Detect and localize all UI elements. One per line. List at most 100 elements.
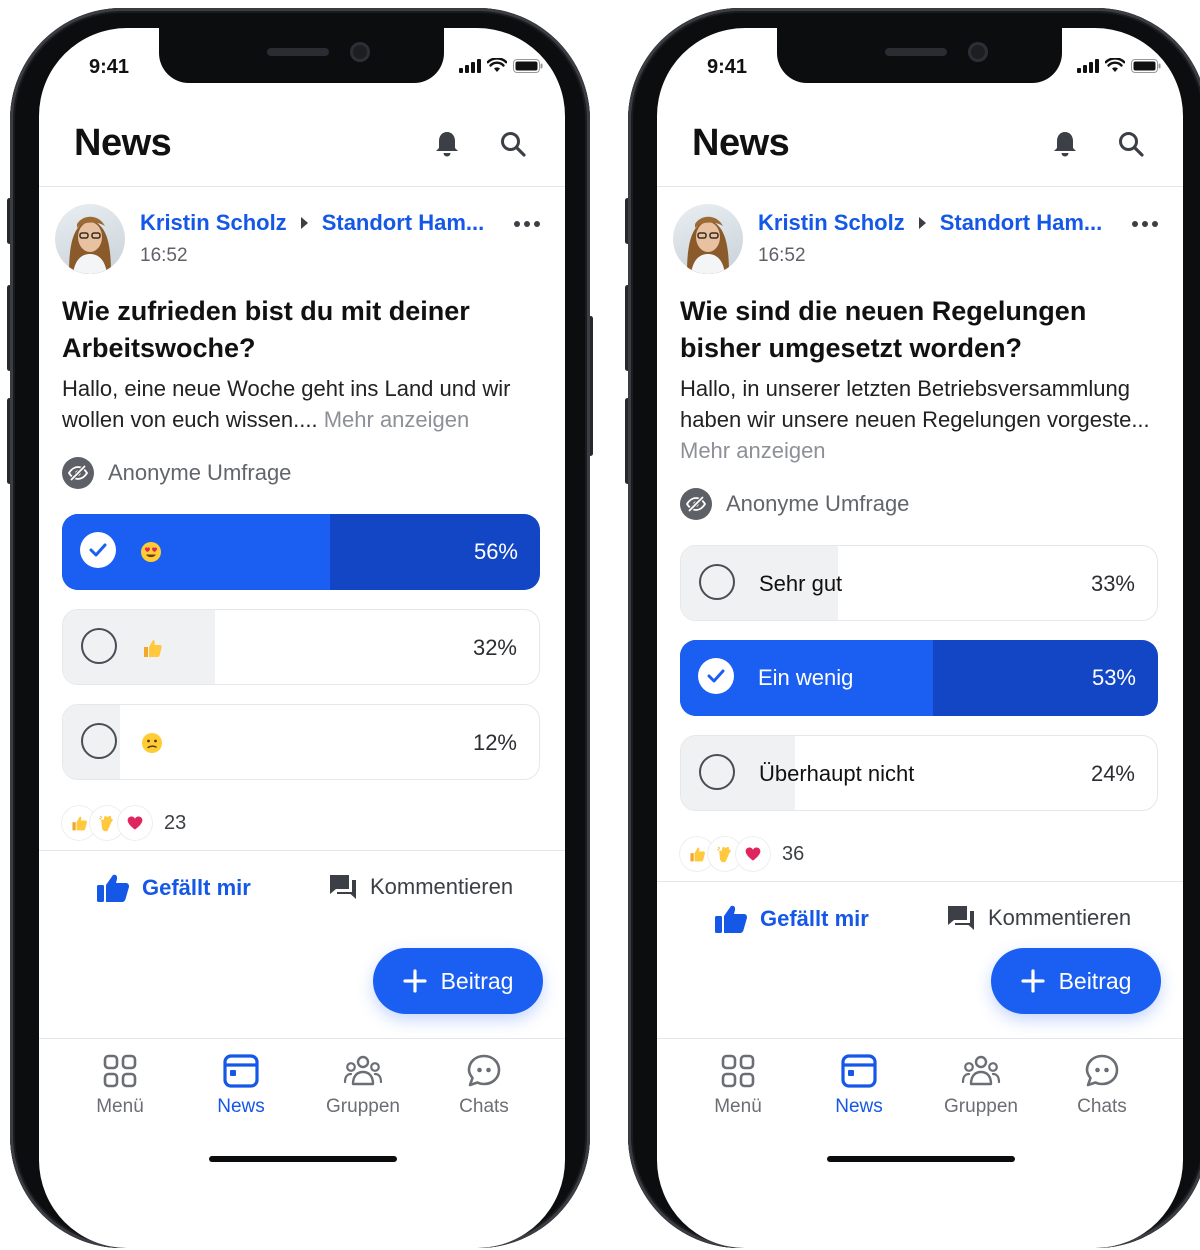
poll-option-label: Ein wenig <box>758 665 854 690</box>
checkmark-icon <box>698 658 734 694</box>
search-icon[interactable] <box>497 128 529 160</box>
tab-label: Chats <box>459 1096 509 1117</box>
author-name[interactable]: Kristin Scholz <box>758 210 905 236</box>
anonymous-poll-indicator: Anonyme Umfrage <box>680 488 909 520</box>
tab-news[interactable]: News <box>186 1052 296 1118</box>
battery-icon <box>513 59 543 73</box>
tab-label: Chats <box>1077 1096 1127 1117</box>
tab-label: Menü <box>96 1096 144 1117</box>
comment-button[interactable]: Kommentieren <box>328 873 513 901</box>
grid-icon <box>721 1054 755 1088</box>
people-icon <box>343 1055 383 1086</box>
poll-option[interactable]: Sehr gut 33% <box>680 545 1158 621</box>
plus-icon <box>402 969 427 993</box>
comment-icon <box>330 875 356 899</box>
poll-option-percent: 32% <box>472 635 517 660</box>
like-button[interactable]: Gefällt mir <box>96 873 251 903</box>
reactions-summary[interactable]: 36 <box>680 837 804 871</box>
like-label: Gefällt mir <box>760 906 869 931</box>
radio-button[interactable] <box>699 754 735 790</box>
post-divider <box>657 881 1183 882</box>
post-body: Hallo, in unserer letzten Betriebsversam… <box>680 373 1170 466</box>
thumbs-up-emoji <box>144 640 162 657</box>
poll-option-percent: 33% <box>1090 571 1135 596</box>
heart-eyes-emoji <box>141 542 161 562</box>
chat-icon <box>467 1054 501 1087</box>
caret-right-icon <box>918 217 926 229</box>
post-author-line: Kristin Scholz Standort Ham... <box>140 210 484 236</box>
tab-groups[interactable]: Gruppen <box>926 1052 1036 1118</box>
radio-button[interactable] <box>81 723 117 759</box>
new-post-button[interactable]: Beitrag <box>373 948 543 1014</box>
new-post-button[interactable]: Beitrag <box>991 948 1161 1014</box>
tab-groups[interactable]: Gruppen <box>308 1052 418 1118</box>
home-indicator[interactable] <box>827 1156 1015 1162</box>
tab-bar: Menü News Gruppen Chats <box>39 1038 565 1168</box>
poll-option[interactable]: Ein wenig 53% <box>680 640 1158 716</box>
avatar[interactable] <box>55 204 125 274</box>
poll-option-label: Überhaupt nicht <box>759 761 915 786</box>
post-body: Hallo, eine neue Woche geht ins Land und… <box>62 373 552 435</box>
chat-icon <box>1085 1054 1119 1087</box>
comment-button[interactable]: Kommentieren <box>946 904 1131 932</box>
more-options-icon[interactable] <box>1132 221 1158 227</box>
radio-button[interactable] <box>699 564 735 600</box>
like-label: Gefällt mir <box>142 875 251 900</box>
post-time: 16:52 <box>758 245 806 266</box>
reactions-summary[interactable]: 23 <box>62 806 186 840</box>
poll-option[interactable]: 12% <box>62 704 540 780</box>
eye-off-icon <box>62 457 94 489</box>
tab-menu[interactable]: Menü <box>683 1052 793 1118</box>
more-options-icon[interactable] <box>514 221 540 227</box>
poll-option[interactable]: 56% <box>62 514 540 590</box>
poll-option[interactable]: Überhaupt nicht 24% <box>680 735 1158 811</box>
tab-label: News <box>835 1096 883 1117</box>
poll-option-percent: 24% <box>1090 761 1135 786</box>
tab-label: News <box>217 1096 265 1117</box>
tab-menu[interactable]: Menü <box>65 1052 175 1118</box>
post-location[interactable]: Standort Ham... <box>322 210 485 236</box>
phone-right: 9:41 News Kristin Scholz Standort Ham...… <box>625 0 1200 1250</box>
status-icons <box>459 58 543 73</box>
post-time: 16:52 <box>140 245 188 266</box>
radio-button[interactable] <box>81 628 117 664</box>
screen: 9:41 News Kristin Scholz Standort Ham...… <box>657 28 1183 1248</box>
avatar[interactable] <box>673 204 743 274</box>
author-name[interactable]: Kristin Scholz <box>140 210 287 236</box>
poll-option-percent: 12% <box>472 730 517 755</box>
new-post-label: Beitrag <box>1058 967 1132 994</box>
news-icon <box>841 1054 877 1088</box>
thumbs-up-icon <box>715 905 748 933</box>
poll-question: Wie zufrieden bist du mit deiner Arbeits… <box>62 296 470 363</box>
read-more-link[interactable]: Mehr anzeigen <box>324 407 470 432</box>
poll-option-label <box>141 610 163 684</box>
signal-icon <box>1077 59 1099 73</box>
tab-chats[interactable]: Chats <box>1047 1052 1157 1118</box>
read-more-link[interactable]: Mehr anzeigen <box>680 438 826 463</box>
comment-label: Kommentieren <box>370 874 514 899</box>
search-icon[interactable] <box>1115 128 1147 160</box>
poll-option[interactable]: 32% <box>62 609 540 685</box>
header-divider <box>39 186 565 187</box>
tab-chats[interactable]: Chats <box>429 1052 539 1118</box>
poll-option-label <box>141 705 163 779</box>
reaction-count: 23 <box>164 811 187 834</box>
bell-icon[interactable] <box>1049 128 1081 160</box>
poll-option-label <box>140 514 162 590</box>
reaction-count: 36 <box>782 842 805 865</box>
battery-icon <box>1131 59 1161 73</box>
bell-icon[interactable] <box>431 128 463 160</box>
notch <box>777 28 1062 83</box>
anonymous-poll-label: Anonyme Umfrage <box>108 460 292 485</box>
eye-off-icon <box>680 488 712 520</box>
status-time: 9:41 <box>89 56 130 78</box>
tab-label: Menü <box>714 1096 762 1117</box>
header-divider <box>657 186 1183 187</box>
like-button[interactable]: Gefällt mir <box>714 904 869 934</box>
post-location[interactable]: Standort Ham... <box>940 210 1103 236</box>
post-body-text: Hallo, in unserer letzten Betriebsversam… <box>680 376 1150 432</box>
tab-news[interactable]: News <box>804 1052 914 1118</box>
wifi-icon <box>487 58 507 72</box>
home-indicator[interactable] <box>209 1156 397 1162</box>
post-divider <box>39 850 565 851</box>
